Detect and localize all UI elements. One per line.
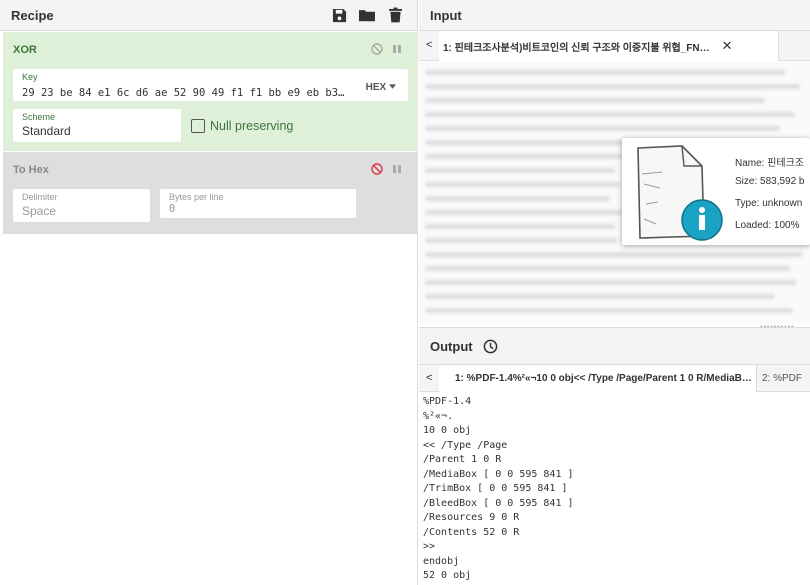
trash-icon[interactable] — [387, 6, 403, 24]
output-tab-2[interactable]: 2: %PDF — [762, 365, 810, 392]
delimiter-label: Delimiter — [22, 192, 58, 202]
clock-icon[interactable] — [483, 339, 498, 354]
file-loaded: Loaded: 100% — [735, 220, 800, 231]
output-line: /Contents 52 0 R — [423, 526, 520, 538]
key-format-dropdown[interactable]: HEX — [366, 82, 396, 93]
output-pane: Output < 1: %PDF-1.4%²«¬10 0 obj<< /Type… — [419, 327, 810, 585]
output-tab-label: 1: %PDF-1.4%²«¬10 0 obj<< /Type /Page/Pa… — [455, 373, 752, 384]
output-line: << /Type /Page — [423, 439, 508, 451]
output-tab-1[interactable]: 1: %PDF-1.4%²«¬10 0 obj<< /Type /Page/Pa… — [439, 365, 757, 392]
output-line: /Parent 1 0 R — [423, 454, 502, 465]
output-line: %²«¬. — [423, 410, 454, 422]
output-line: >> — [423, 541, 436, 552]
file-details-text: Name: 핀테크조 Size: 583,592 b Type: unknown… — [735, 154, 805, 242]
file-type: Type: unknown — [735, 198, 803, 209]
null-preserving-toggle[interactable]: Null preserving — [191, 119, 293, 133]
scheme-select[interactable]: Scheme Standard — [13, 109, 181, 142]
bytes-per-line-input[interactable]: Bytes per line 0 — [160, 189, 356, 218]
operation-title: XOR — [13, 44, 37, 56]
folder-icon[interactable] — [359, 6, 375, 24]
caret-down-icon — [389, 84, 396, 89]
scheme-label: Scheme — [22, 112, 56, 122]
file-name: Name: 핀테크조 — [735, 158, 805, 169]
recipe-title: Recipe — [11, 7, 54, 23]
output-tab-label: 2: %PDF — [762, 373, 803, 384]
recipe-toolbar — [331, 6, 403, 24]
output-tabs: < 1: %PDF-1.4%²«¬10 0 obj<< /Type /Page/… — [419, 365, 810, 392]
key-label: Key — [22, 72, 38, 82]
output-line: endobj — [423, 555, 460, 567]
output-title: Output — [430, 338, 473, 354]
delimiter-value: Space — [22, 204, 57, 218]
scheme-value: Standard — [22, 124, 71, 138]
file-size: Size: 583,592 b — [735, 176, 805, 187]
input-tabs: < 1: 핀테크조사분석)비트코인의 신뢰 구조와 이중지불 위협_FN… ✕ — [419, 31, 810, 61]
input-tab-1[interactable]: 1: 핀테크조사분석)비트코인의 신뢰 구조와 이중지불 위협_FN… ✕ — [439, 31, 779, 61]
delimiter-select[interactable]: Delimiter Space — [13, 189, 150, 222]
output-line: 10 0 obj — [423, 425, 472, 436]
key-field[interactable]: Key 29 23 be 84 e1 6c d6 ae 52 90 49 f1 … — [13, 69, 408, 101]
bytes-per-line-label: Bytes per line — [169, 192, 224, 202]
output-line: /BleedBox [ 0 0 595 841 ] — [423, 497, 574, 509]
input-title: Input — [430, 7, 462, 23]
recipe-pane: Recipe XOR Key 29 23 be 84 e1 6c d6 ae 5… — [0, 0, 418, 585]
output-text-area[interactable]: %PDF-1.4 %²«¬. 10 0 obj << /Type /Page/Pare… — [423, 395, 574, 584]
save-icon[interactable] — [331, 6, 347, 24]
operation-title: To Hex — [13, 164, 49, 176]
output-line: /Resources 9 0 R — [423, 512, 520, 523]
tab-scroll-left-icon[interactable]: < — [426, 372, 432, 384]
key-value: 29 23 be 84 e1 6c d6 ae 52 90 49 f1 f1 b… — [22, 87, 345, 99]
input-tab-label: 1: 핀테크조사분석)비트코인의 신뢰 구조와 이중지불 위협_FN… — [443, 42, 710, 54]
output-header: Output — [419, 328, 810, 365]
input-header: Input — [419, 0, 810, 31]
null-preserving-label: Null preserving — [210, 119, 294, 133]
operation-to-hex[interactable]: To Hex Delimiter Space Bytes per line 0 — [3, 152, 418, 234]
output-line: /TrimBox [ 0 0 595 841 ] — [423, 483, 568, 494]
pause-icon[interactable] — [390, 162, 404, 176]
output-line: /MediaBox [ 0 0 595 841 ] — [423, 468, 574, 480]
file-info-icon — [632, 144, 724, 245]
close-icon[interactable]: ✕ — [722, 38, 733, 54]
null-preserving-checkbox[interactable] — [191, 119, 205, 133]
bytes-per-line-value: 0 — [169, 203, 176, 215]
tab-scroll-left-icon[interactable]: < — [426, 39, 432, 51]
file-details-popup: Name: 핀테크조 Size: 583,592 b Type: unknown… — [622, 138, 810, 245]
output-line: 52 0 obj — [423, 570, 472, 581]
disable-icon[interactable] — [370, 162, 384, 176]
disable-icon[interactable] — [370, 42, 384, 56]
pause-icon[interactable] — [390, 42, 404, 56]
output-line: %PDF-1.4 — [423, 396, 472, 407]
operation-xor[interactable]: XOR Key 29 23 be 84 e1 6c d6 ae 52 90 49… — [3, 32, 418, 151]
